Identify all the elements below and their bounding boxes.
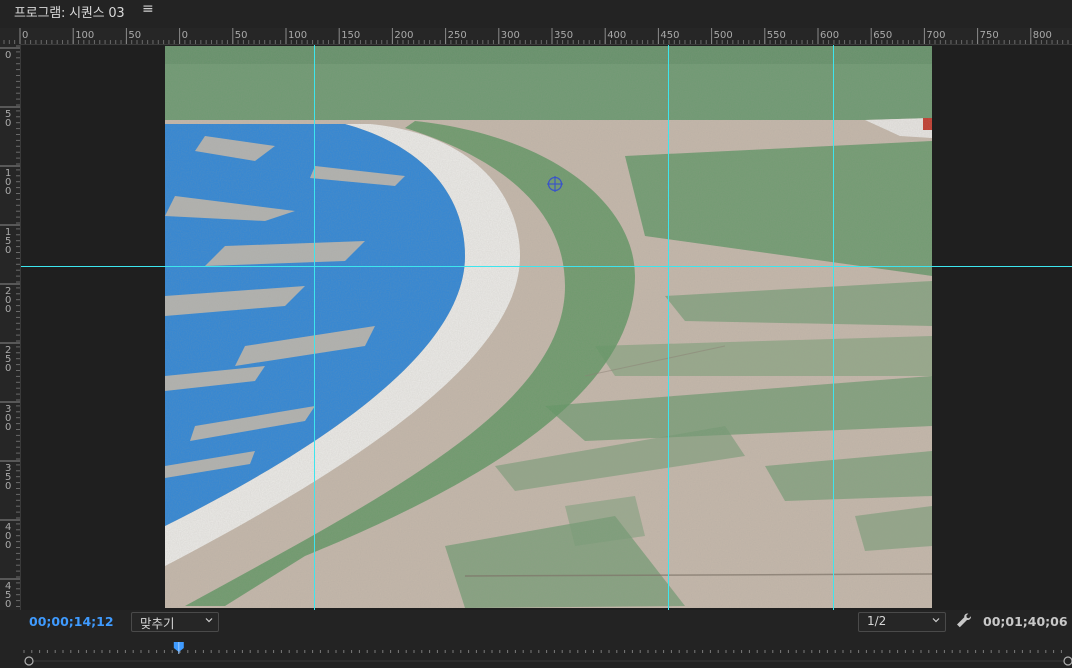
duration-timecode: 00;01;40;06 xyxy=(983,614,1068,629)
ruler-label: 250 xyxy=(448,30,467,41)
program-monitor-viewer[interactable] xyxy=(21,45,1072,610)
ruler-label: 250 xyxy=(5,345,11,374)
guide-vertical-3[interactable] xyxy=(833,45,834,610)
zoom-level-value: 맞추기 xyxy=(140,616,175,631)
video-frame xyxy=(165,46,932,608)
ruler-label: 350 xyxy=(5,463,11,492)
ruler-label: 400 xyxy=(607,30,626,41)
anchor-point-crosshair-icon[interactable] xyxy=(547,176,563,192)
ruler-label: 700 xyxy=(926,30,945,41)
timeline-scrubber[interactable] xyxy=(20,640,1072,668)
ruler-label: 200 xyxy=(394,30,413,41)
current-timecode[interactable]: 00;00;14;12 xyxy=(29,614,114,629)
panel-header: 프로그램: 시퀀스 03 ≡ xyxy=(0,0,1072,22)
guide-vertical-1[interactable] xyxy=(314,45,315,610)
chevron-down-icon xyxy=(932,618,940,623)
ruler-label: 50 xyxy=(5,109,11,129)
ruler-label: 750 xyxy=(980,30,999,41)
ruler-label: 100 xyxy=(5,168,11,197)
ruler-label: 100 xyxy=(75,30,94,41)
ruler-label: 0 xyxy=(182,30,188,41)
horizontal-ruler[interactable]: 0 100 50 0 50 100 150 200 250 300 350 400 450 500 550 6… xyxy=(0,28,1072,45)
hamburger-menu-icon[interactable]: ≡ xyxy=(142,1,154,17)
playback-resolution-select[interactable]: 1/2 xyxy=(858,612,946,632)
panel-title[interactable]: 프로그램: 시퀀스 03 xyxy=(14,2,125,21)
ruler-label: 500 xyxy=(714,30,733,41)
ruler-label: 300 xyxy=(5,404,11,433)
ruler-label: 100 xyxy=(288,30,307,41)
monitor-controls: 00;00;14;12 맞추기 1/2 00;01;40;06 xyxy=(0,610,1072,668)
ruler-label: 150 xyxy=(5,227,11,256)
guide-horizontal-1[interactable] xyxy=(21,266,1072,267)
ruler-label: 0 xyxy=(5,50,11,61)
ruler-label: 650 xyxy=(873,30,892,41)
guide-vertical-2[interactable] xyxy=(668,45,669,610)
ruler-label: 0 xyxy=(22,30,28,41)
ruler-label: 600 xyxy=(820,30,839,41)
track-image xyxy=(165,46,932,608)
vertical-ruler[interactable]: 0 50 100 150 200 250 300 350 400 450 xyxy=(0,44,21,610)
ruler-label: 50 xyxy=(128,30,141,41)
zoom-handle-right[interactable] xyxy=(1063,656,1072,666)
playback-resolution-value: 1/2 xyxy=(867,614,887,628)
ruler-label: 450 xyxy=(5,581,11,610)
ruler-label: 400 xyxy=(5,522,11,551)
wrench-icon[interactable] xyxy=(955,612,973,630)
ruler-label: 800 xyxy=(1033,30,1052,41)
ruler-label: 150 xyxy=(341,30,360,41)
zoom-handle-left[interactable] xyxy=(24,656,34,666)
ruler-label: 450 xyxy=(660,30,679,41)
ruler-label: 350 xyxy=(554,30,573,41)
chevron-down-icon xyxy=(205,618,213,623)
ruler-label: 200 xyxy=(5,286,11,315)
ruler-label: 50 xyxy=(235,30,248,41)
ruler-label: 550 xyxy=(767,30,786,41)
zoom-level-select[interactable]: 맞추기 xyxy=(131,612,219,632)
ruler-label: 300 xyxy=(501,30,520,41)
